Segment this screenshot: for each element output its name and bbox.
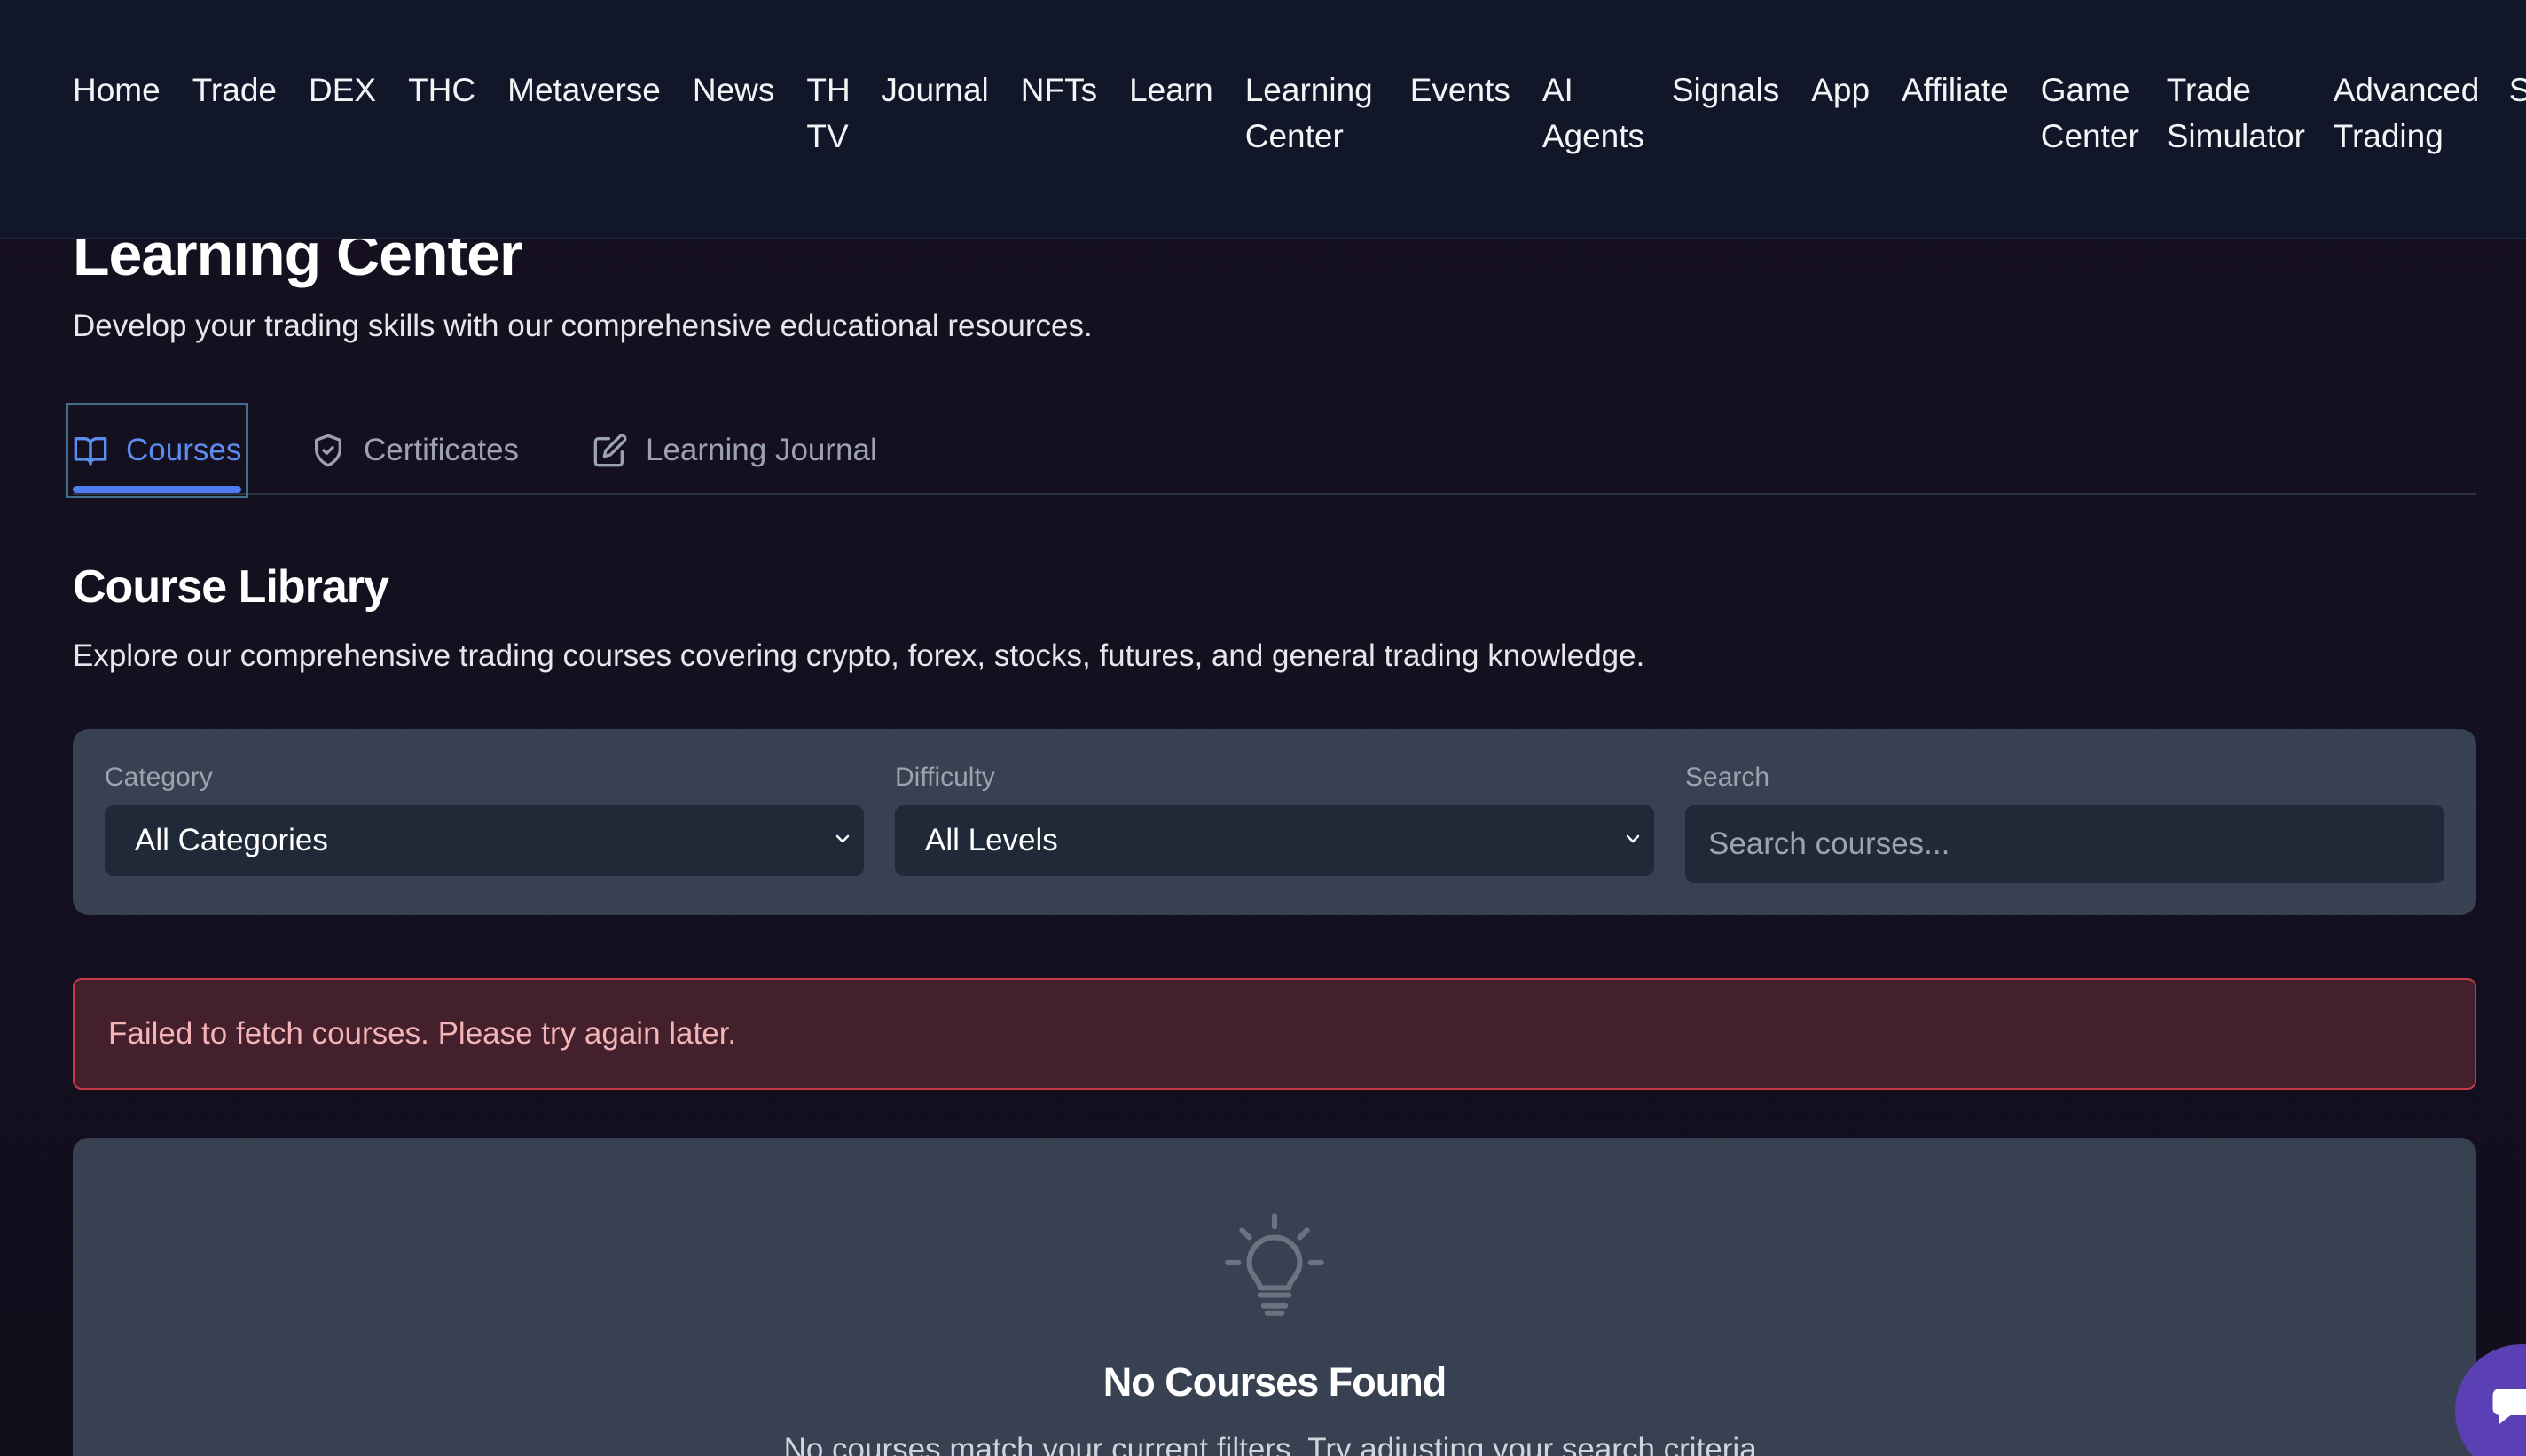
search-filter: Search Search courses...	[1685, 763, 2444, 883]
section-title: Course Library	[73, 561, 389, 613]
nav-th-tv[interactable]: TH TV	[806, 67, 850, 160]
lightbulb-icon	[1225, 1213, 1324, 1316]
nav-home[interactable]: Home	[73, 67, 161, 160]
difficulty-filter: Difficulty All Levels	[895, 763, 1654, 876]
error-message: Failed to fetch courses. Please try agai…	[108, 1016, 737, 1051]
edit-icon	[593, 434, 627, 467]
nav-affiliate[interactable]: Affiliate	[1902, 67, 2009, 160]
nav-list: Home Trade DEX THC Metaverse News TH TV …	[73, 67, 2526, 160]
category-select[interactable]: All Categories	[105, 805, 864, 876]
nav-game-center[interactable]: Game Center	[2041, 67, 2139, 160]
nav-dex[interactable]: DEX	[309, 67, 376, 160]
tab-certificates[interactable]: Certificates	[310, 406, 519, 495]
filter-panel: Category All Categories Difficulty All L…	[73, 729, 2476, 915]
difficulty-value: All Levels	[925, 823, 1058, 857]
search-label: Search	[1685, 763, 1770, 792]
empty-state-title: No Courses Found	[1102, 1359, 1447, 1405]
nav-metaverse[interactable]: Metaverse	[507, 67, 661, 160]
nav-learning-center[interactable]: Learning Center	[1245, 67, 1378, 160]
tab-bar: Courses Certificates Learning Journal	[66, 403, 2476, 498]
page-subtitle: Develop your trading skills with our com…	[73, 309, 1093, 343]
tab-learning-journal[interactable]: Learning Journal	[592, 406, 877, 495]
empty-state-card: No Courses Found No courses match your c…	[73, 1138, 2476, 1456]
nav-nfts[interactable]: NFTs	[1021, 67, 1097, 160]
search-input[interactable]: Search courses...	[1685, 805, 2444, 883]
tab-learning-journal-label: Learning Journal	[646, 433, 877, 467]
chat-bubble-icon	[2492, 1389, 2526, 1424]
nav-trade-simulator[interactable]: Trade Simulator	[2167, 67, 2305, 160]
nav-signals[interactable]: Signals	[1672, 67, 1779, 160]
nav-news[interactable]: News	[693, 67, 775, 160]
difficulty-label: Difficulty	[895, 763, 995, 792]
nav-thc[interactable]: THC	[408, 67, 475, 160]
nav-journal[interactable]: Journal	[881, 67, 988, 160]
nav-learn[interactable]: Learn	[1129, 67, 1213, 160]
nav-app[interactable]: App	[1811, 67, 1870, 160]
section-subtitle: Explore our comprehensive trading course…	[73, 638, 1645, 673]
category-filter: Category All Categories	[105, 763, 864, 876]
nav-shop[interactable]: Shop	[2509, 67, 2526, 160]
error-alert: Failed to fetch courses. Please try agai…	[73, 978, 2476, 1090]
empty-state-subtitle: No courses match your current filters. T…	[783, 1432, 1766, 1456]
nav-trade[interactable]: Trade	[192, 67, 277, 160]
chevron-down-icon	[1626, 834, 1640, 843]
tab-certificates-label: Certificates	[364, 433, 520, 467]
nav-ai-agents[interactable]: AI Agents	[1542, 67, 1644, 160]
shield-check-icon	[315, 434, 341, 467]
category-label: Category	[105, 763, 213, 792]
nav-advanced-trading[interactable]: Advanced Trading	[2334, 67, 2480, 160]
chevron-down-icon	[835, 834, 850, 843]
tab-active-indicator	[73, 486, 242, 493]
top-navigation: Home Trade DEX THC Metaverse News TH TV …	[0, 0, 2526, 239]
tab-courses[interactable]: Courses	[66, 403, 249, 498]
tab-focus-ring	[66, 403, 249, 498]
difficulty-select[interactable]: All Levels	[895, 805, 1654, 876]
category-value: All Categories	[135, 823, 328, 857]
nav-events[interactable]: Events	[1410, 67, 1510, 160]
search-placeholder: Search courses...	[1708, 826, 1950, 861]
